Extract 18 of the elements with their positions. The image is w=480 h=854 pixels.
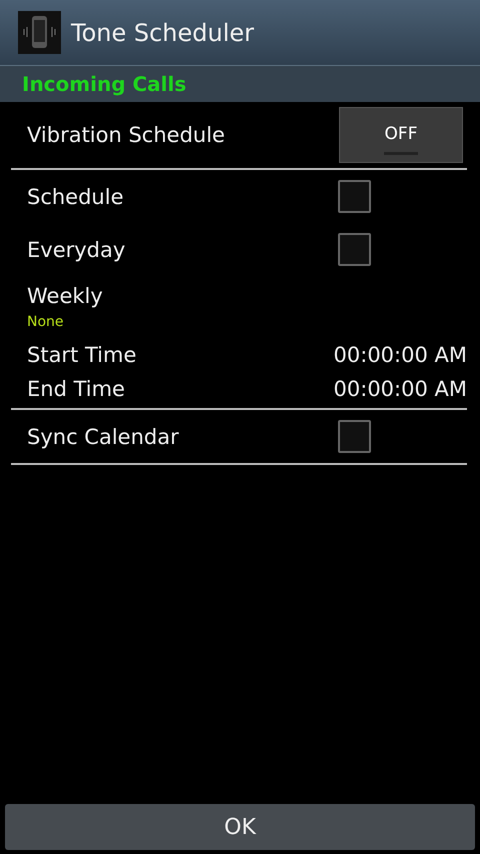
ok-button[interactable]: OK [5,804,475,850]
checkbox[interactable] [338,180,371,213]
section-header: Incoming Calls [22,72,186,96]
checkbox[interactable] [338,420,371,453]
setting-label: Weekly [27,284,103,308]
setting-label: End Time [27,377,125,401]
setting-summary: None [27,314,65,330]
setting-label: Vibration Schedule [27,123,225,147]
setting-label: Schedule [27,184,124,208]
checkbox[interactable] [338,233,371,266]
toggle-button[interactable]: OFF [339,107,463,163]
setting-label: Sync Calendar [27,424,179,448]
setting-label: Everyday [27,238,126,262]
time-value[interactable]: 00:00:00 AM [334,343,467,367]
phone-icon [18,11,61,54]
time-value[interactable]: 00:00:00 AM [334,377,467,401]
setting-label: Start Time [27,343,136,367]
app-title: Tone Scheduler [71,18,254,46]
